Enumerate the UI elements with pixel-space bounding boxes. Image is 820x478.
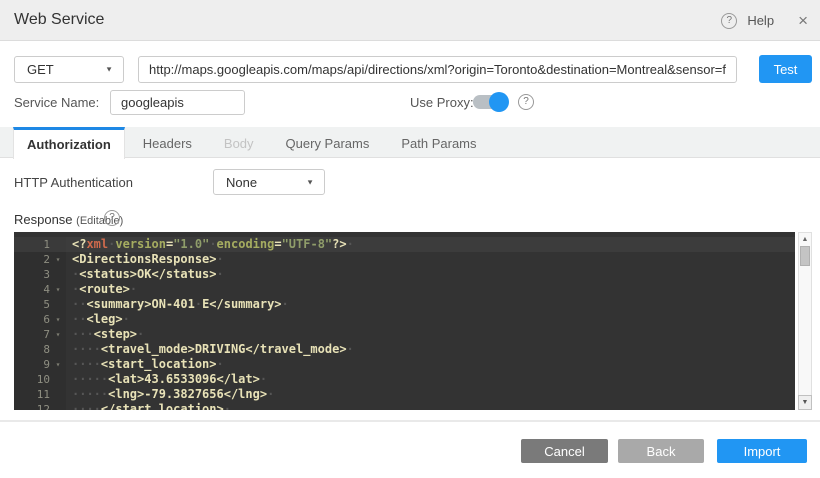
use-proxy-toggle[interactable] [473,94,507,110]
fold-icon[interactable]: ▾ [50,357,66,372]
fold-spacer [50,402,66,410]
tab-query-params[interactable]: Query Params [284,127,372,157]
method-select[interactable]: GET ▼ [14,56,124,83]
use-proxy-label: Use Proxy: [410,95,474,110]
line-number: 8 [14,342,50,357]
http-auth-select[interactable]: None ▼ [213,169,325,195]
code-line: 2▾<DirectionsResponse>· [14,252,795,267]
line-number: 4 [14,282,50,297]
fold-spacer [50,342,66,357]
http-auth-label: HTTP Authentication [14,175,133,190]
toggle-knob [489,92,509,112]
method-select-value: GET [15,62,105,77]
line-number: 12 [14,402,50,410]
code-line: 9▾····<start_location>· [14,357,795,372]
line-number: 10 [14,372,50,387]
help-link[interactable]: Help [747,13,774,28]
line-number: 5 [14,297,50,312]
scroll-up-icon[interactable]: ▲ [799,234,811,246]
line-number: 3 [14,267,50,282]
import-button[interactable]: Import [717,439,807,463]
code-line: 6▾··<leg>· [14,312,795,327]
tab-path-params[interactable]: Path Params [399,127,478,157]
code-line: 10·····<lat>43.6533096</lat>· [14,372,795,387]
chevron-down-icon: ▼ [105,65,123,73]
page-title: Web Service [14,11,104,29]
scrollbar-thumb[interactable] [800,246,810,266]
fold-icon[interactable]: ▾ [50,252,66,267]
tab-authorization[interactable]: Authorization [13,127,125,159]
http-auth-select-value: None [214,175,306,190]
test-button[interactable]: Test [759,55,812,83]
fold-icon[interactable]: ▾ [50,327,66,342]
service-name-input[interactable] [110,90,245,115]
tab-bar: Authorization Headers Body Query Params … [0,127,820,158]
code-line: 1<?xml·version="1.0"·encoding="UTF-8"?>· [14,237,795,252]
fold-spacer [50,372,66,387]
tab-body: Body [222,127,256,157]
code-line: 8····<travel_mode>DRIVING</travel_mode>· [14,342,795,357]
fold-icon[interactable]: ▾ [50,312,66,327]
web-service-dialog: Web Service ? Help × GET ▼ Test Service … [0,0,820,478]
line-number: 11 [14,387,50,402]
dialog-header: Web Service ? Help × [0,0,820,41]
scroll-down-icon[interactable]: ▼ [798,395,812,410]
fold-icon[interactable]: ▾ [50,282,66,297]
chevron-down-icon: ▼ [306,178,324,186]
footer-divider [0,420,820,422]
line-number: 9 [14,357,50,372]
fold-spacer [50,387,66,402]
tab-headers[interactable]: Headers [141,127,194,157]
code-line: 11·····<lng>-79.3827656</lng>· [14,387,795,402]
code-line: 12····</start_location>· [14,402,795,410]
back-button[interactable]: Back [618,439,704,463]
editor-scrollbar[interactable]: ▲ ▼ [798,232,812,410]
help-icon[interactable]: ? [721,13,737,29]
header-actions: ? Help × [721,0,808,41]
service-name-label: Service Name: [14,95,99,110]
code-line: 3·<status>OK</status>· [14,267,795,282]
code-line: 5··<summary>ON-401·E</summary>· [14,297,795,312]
code-line: 7▾···<step>· [14,327,795,342]
fold-spacer [50,267,66,282]
line-number: 2 [14,252,50,267]
proxy-help-icon[interactable]: ? [518,94,534,110]
response-help-icon[interactable]: ? [104,210,120,226]
url-input[interactable] [138,56,737,83]
line-number: 1 [14,237,50,252]
code-line: 4▾·<route>· [14,282,795,297]
line-number: 6 [14,312,50,327]
response-code-editor[interactable]: 1<?xml·version="1.0"·encoding="UTF-8"?>·… [14,232,795,410]
cancel-button[interactable]: Cancel [521,439,608,463]
line-number: 7 [14,327,50,342]
fold-spacer [50,237,66,252]
fold-spacer [50,297,66,312]
close-icon[interactable]: × [798,12,808,29]
